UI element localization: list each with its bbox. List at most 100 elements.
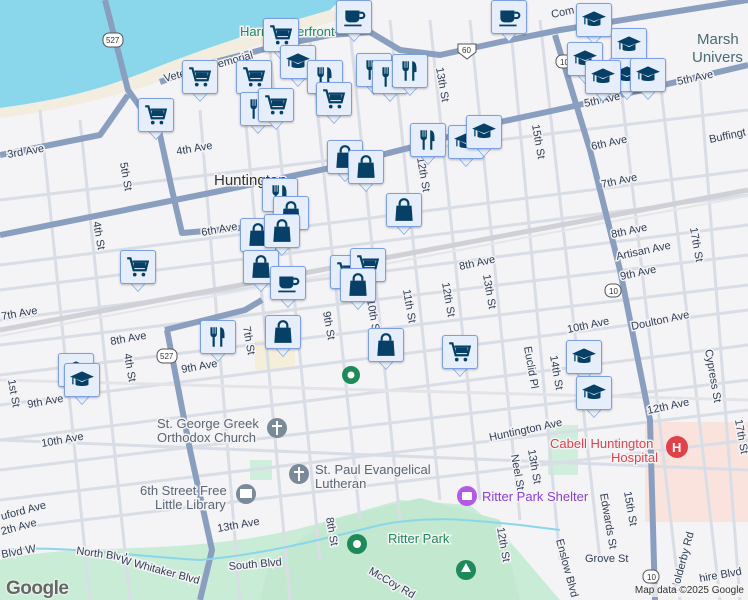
map-marker-school[interactable] (64, 363, 100, 405)
map-marker-school[interactable] (576, 376, 612, 418)
shopping-bag-icon (269, 218, 295, 244)
label-4th-ave: 4th Ave (175, 140, 213, 158)
label-9th-ave: 9th Ave (619, 264, 657, 283)
route-10-shield: 10 (604, 283, 622, 298)
label-6th-ave: 6th Ave (590, 134, 628, 153)
graduation-cap-icon (616, 32, 642, 58)
svg-text:Lutheran: Lutheran (315, 476, 366, 491)
svg-text:Ritter Park: Ritter Park (388, 531, 450, 546)
fork-knife-icon (397, 58, 423, 84)
graduation-cap-icon (571, 344, 597, 370)
svg-text:60: 60 (462, 46, 471, 55)
poi-6th-street-library[interactable]: 6th Street Free Little Library (139, 482, 256, 514)
svg-text:6th Street Free: 6th Street Free (140, 483, 227, 498)
map-marker-fork[interactable] (392, 54, 428, 96)
route-527-shield: 527 (102, 32, 124, 48)
map-attribution[interactable]: Map data ©2025 Google (630, 584, 748, 597)
svg-text:Cabell Huntington: Cabell Huntington (550, 436, 653, 451)
book-icon (240, 489, 252, 498)
svg-text:Hospital: Hospital (611, 450, 658, 465)
flower-icon (353, 540, 361, 548)
label-edwards-st: Edwards St (597, 492, 619, 549)
label-neel-st: Neel St (508, 453, 526, 491)
map-marker-cart[interactable] (138, 98, 174, 140)
svg-text:Orthodox Church: Orthodox Church (157, 430, 256, 445)
map-marker-bag[interactable] (386, 193, 422, 235)
graduation-cap-icon (471, 119, 497, 145)
hospital-icon: H (672, 440, 681, 455)
map-marker-cart[interactable] (442, 335, 478, 377)
shopping-bag-icon (373, 332, 399, 358)
map-marker-school[interactable] (585, 60, 621, 102)
label-3rd-ave: 3rd Ave (6, 143, 45, 161)
map-marker-cart[interactable] (316, 82, 352, 124)
shopping-cart-icon (187, 64, 213, 90)
google-logo[interactable]: Google (6, 578, 69, 600)
fork-knife-icon (415, 127, 441, 153)
label-buffington-ave: Buffingt (708, 126, 747, 145)
route-527-shield: 527 (156, 348, 178, 364)
map-marker-bag[interactable] (348, 150, 384, 192)
label-commerce-ave: Com (550, 4, 575, 21)
park-tree-icon (456, 560, 476, 580)
graduation-cap-icon (581, 7, 607, 33)
map-marker-coffee[interactable] (336, 0, 372, 42)
shopping-bag-icon (270, 319, 296, 345)
map-marker-school[interactable] (466, 115, 502, 157)
label-artisan-ave: Artisan Ave (615, 240, 672, 263)
map-marker-school[interactable] (576, 3, 612, 45)
poi-ritter-park-shelter[interactable]: Ritter Park Shelter (457, 486, 590, 506)
label-15th-st: 15th St (621, 490, 639, 526)
svg-text:St. George Greek: St. George Greek (157, 416, 259, 431)
label-12th-ave: 12th Ave (646, 396, 690, 417)
map-marker-fork[interactable] (200, 320, 236, 362)
shopping-bag-icon (353, 154, 379, 180)
coffee-cup-icon (275, 270, 301, 296)
label-doulton-ave: Doulton Ave (630, 309, 690, 333)
map-marker-cart[interactable] (182, 60, 218, 102)
shopping-cart-icon (125, 254, 151, 280)
svg-text:Little Library: Little Library (155, 497, 226, 512)
location-pin[interactable] (342, 366, 360, 384)
poi-st-george-church[interactable]: St. George Greek Orthodox Church (156, 415, 287, 447)
svg-text:527: 527 (106, 36, 120, 45)
shopping-bag-icon (391, 197, 417, 223)
label-4th-st: 4th St (121, 352, 138, 382)
map-marker-bag[interactable] (340, 268, 376, 310)
label-14th-st: 14th St (547, 354, 565, 390)
label-marshall-university: Marsh (697, 31, 739, 48)
svg-text:10: 10 (609, 287, 618, 296)
graduation-cap-icon (69, 367, 95, 393)
map-marker-cart[interactable] (120, 250, 156, 292)
label-12th-st: 12th St (439, 281, 457, 317)
map-marker-coffee[interactable] (270, 266, 306, 308)
label-5th-ave: 5th Ave (676, 69, 714, 88)
label-grove-st: Grove St (585, 553, 628, 565)
coffee-cup-icon (341, 4, 367, 30)
svg-text:Ritter Park Shelter: Ritter Park Shelter (482, 489, 589, 504)
map-marker-bag[interactable] (265, 315, 301, 357)
map-marker-fork[interactable] (410, 123, 446, 165)
shopping-cart-icon (263, 92, 289, 118)
shopping-cart-icon (321, 86, 347, 112)
route-10-shield: 10 (642, 569, 660, 584)
label-9th-ave: 9th Ave (26, 393, 64, 411)
coffee-cup-icon (496, 4, 522, 30)
label-enslow-blvd: Enslow Blvd (553, 538, 580, 599)
svg-text:St. Paul Evangelical: St. Paul Evangelical (315, 462, 431, 477)
label-15th-st: 15th St (529, 123, 547, 159)
label-13th-ave: 13th Ave (216, 516, 260, 535)
map-marker-coffee[interactable] (491, 0, 527, 42)
map-marker-bag[interactable] (368, 328, 404, 370)
graduation-cap-icon (581, 380, 607, 406)
map-marker-cart[interactable] (258, 88, 294, 130)
shopping-cart-icon (241, 64, 267, 90)
label-7th-ave: 7th Ave (0, 305, 38, 323)
shopping-bag-icon (345, 272, 371, 298)
label-8th-ave: 8th Ave (458, 254, 496, 273)
camera-icon (462, 492, 472, 500)
label-marshall-university: Univers (692, 49, 743, 66)
shopping-cart-icon (447, 339, 473, 365)
map-marker-school[interactable] (630, 58, 666, 100)
svg-text:527: 527 (160, 352, 174, 361)
